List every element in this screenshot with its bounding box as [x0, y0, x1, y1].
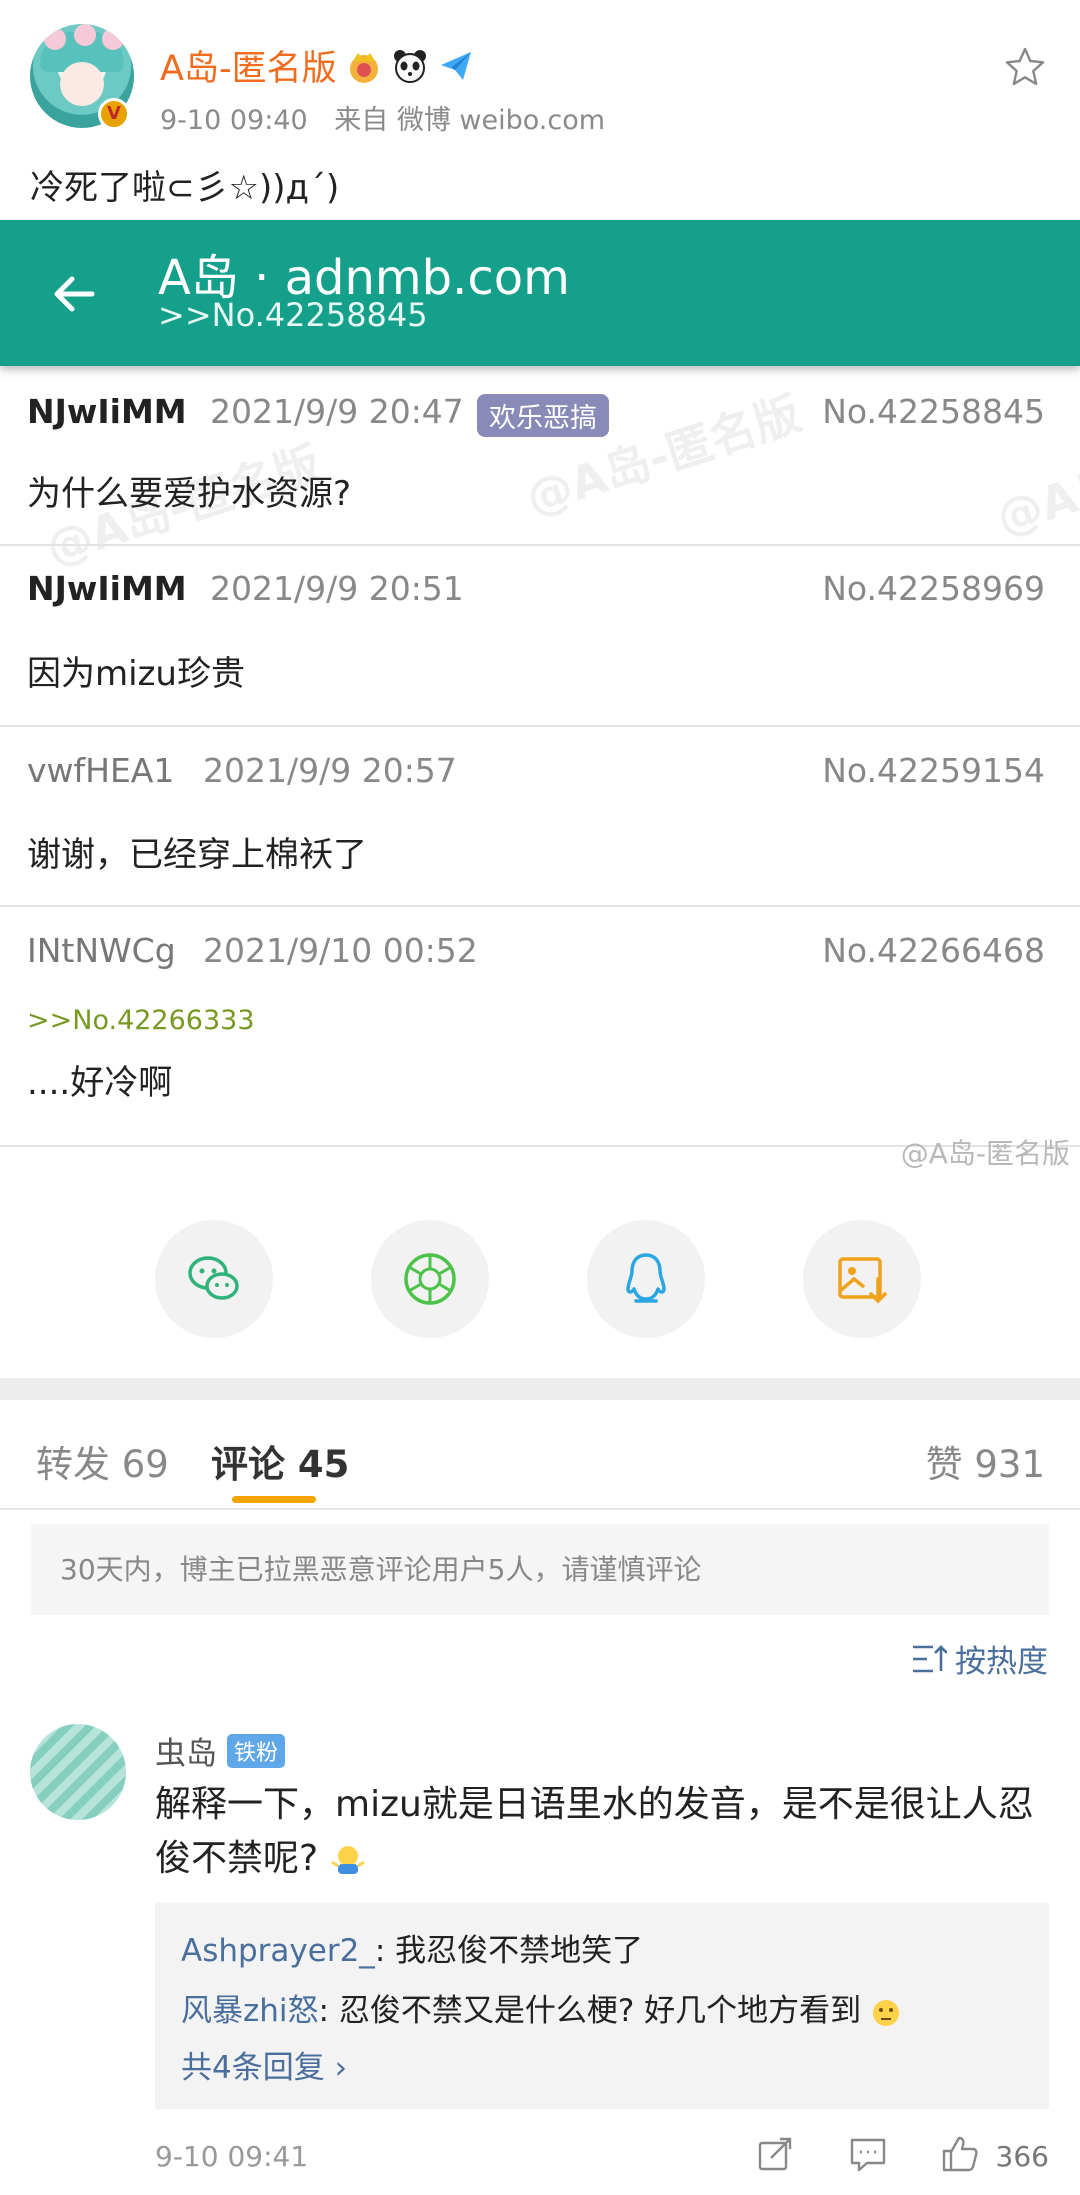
paper-plane-icon [440, 51, 471, 80]
quote-link[interactable]: >>No.42266333 [27, 1005, 255, 1036]
sub-reply: Ashprayer2_: 我忍俊不禁地笑了 [181, 1923, 1023, 1983]
panda-icon [393, 49, 426, 83]
comment-text: 解释一下，mizu就是日语里水的发音，是不是很让人忍俊不禁呢? [155, 1778, 1055, 1886]
like-thumb-icon[interactable] [940, 2134, 980, 2174]
reply-time: 2021/9/9 20:51 [210, 569, 464, 608]
thread-list: NJwIiMM 2021/9/9 20:47 欢乐恶搞 No.42258845 … [0, 366, 1080, 1147]
thread-reply: INtNWCg 2021/9/10 00:52 No.42266468 >>No… [0, 907, 1080, 1147]
thread-reply: vwfHEA1 2021/9/9 20:57 No.42259154 谢谢，已经… [0, 727, 1080, 907]
favorite-star-icon[interactable] [1003, 45, 1047, 89]
reply-body: 因为mizu珍贵 [27, 654, 245, 694]
author-name[interactable]: A岛-匿名版 [160, 40, 337, 91]
sub-reply-text: : 我忍俊不禁地笑了 [374, 1933, 644, 1969]
post-meta: 9-10 09:40 来自 微博 weibo.com [160, 98, 623, 137]
sort-button[interactable]: 按热度 [911, 1636, 1048, 1681]
save-image-button[interactable] [803, 1220, 921, 1338]
active-tab-indicator [232, 1496, 316, 1503]
share-qq-button[interactable] [587, 1220, 705, 1338]
reply-time: 2021/9/9 20:57 [203, 751, 457, 790]
back-arrow-icon[interactable] [48, 268, 100, 320]
moments-aperture-icon [404, 1253, 456, 1305]
post-source: 来自 微博 weibo.com [334, 105, 606, 136]
crown-icon [349, 52, 378, 83]
post-text: 冷死了啦⊂彡☆))д´) [30, 168, 340, 208]
reply-number: No.42259154 [822, 751, 1045, 790]
more-replies-label: 共4条回复 [181, 2050, 325, 2086]
verified-badge-icon: V [98, 98, 130, 130]
chevron-right-icon: › [334, 2050, 347, 2086]
tab-repost[interactable]: 转发 69 [36, 1434, 169, 1488]
weibo-watermark: @A岛-匿名版 [900, 1137, 1070, 1170]
reply-uid: INtNWCg [27, 931, 176, 970]
comment-time: 9-10 09:41 [155, 2140, 309, 2173]
qq-penguin-icon [626, 1253, 666, 1303]
sort-label: 按热度 [955, 1644, 1048, 1680]
comment-footer: 9-10 09:41 366 [155, 2134, 1049, 2182]
reply-uid: NJwIiMM [27, 392, 187, 431]
reply-number: No.42258969 [822, 569, 1045, 608]
sub-reply-user[interactable]: 风暴zhi怒 [181, 1993, 319, 2029]
interaction-tabs: 转发 69 评论 45 赞 931 [0, 1400, 1080, 1510]
reply-uid: vwfHEA1 [27, 751, 175, 790]
embedded-image[interactable]: @A岛-匿名版 @A岛-匿名版 @A岛-匿名版 A岛 · adnmb.com >… [0, 220, 1080, 1378]
reply-time: 2021/9/9 20:47 [210, 392, 464, 431]
thread-reply: NJwIiMM 2021/9/9 20:47 欢乐恶搞 No.42258845 … [0, 366, 1080, 546]
tab-comments[interactable]: 评论 45 [211, 1434, 349, 1488]
like-count: 366 [995, 2140, 1049, 2173]
sub-replies[interactable]: Ashprayer2_: 我忍俊不禁地笑了 风暴zhi怒: 忍俊不禁又是什么梗?… [155, 1903, 1049, 2109]
view-more-replies-link[interactable]: 共4条回复 › [181, 2043, 1023, 2093]
thread-reply: NJwIiMM 2021/9/9 20:51 No.42258969 因为miz… [0, 546, 1080, 727]
tab-likes[interactable]: 赞 931 [926, 1434, 1045, 1488]
post-header: V A岛-匿名版 9-10 09:40 来自 微博 weibo.com 冷死了啦… [0, 0, 1080, 220]
comment-icon[interactable] [848, 2134, 888, 2174]
category-tag: 欢乐恶搞 [477, 394, 609, 437]
share-wechat-button[interactable] [155, 1220, 273, 1338]
commenter-name[interactable]: 虫岛 [155, 1728, 217, 1773]
sub-reply-user[interactable]: Ashprayer2_ [181, 1933, 375, 1969]
wechat-icon [188, 1256, 239, 1300]
shrug-emoji-icon [330, 1846, 365, 1874]
reply-number: No.42258845 [822, 392, 1045, 431]
sub-reply: 风暴zhi怒: 忍俊不禁又是什么梗? 好几个地方看到 [181, 1983, 1023, 2043]
reply-body: 谢谢，已经穿上棉袄了 [27, 835, 367, 875]
reply-time: 2021/9/10 00:52 [203, 931, 478, 970]
repost-icon[interactable] [755, 2134, 795, 2174]
section-divider [0, 1378, 1080, 1400]
reply-number: No.42266468 [822, 931, 1045, 970]
sort-icon [913, 1644, 947, 1672]
share-row [0, 1220, 1080, 1378]
thinking-emoji-icon [873, 1999, 900, 2026]
save-image-icon [838, 1257, 887, 1304]
reply-body: ....好冷啊 [27, 1063, 173, 1103]
share-moments-button[interactable] [371, 1220, 489, 1338]
app-bar: A岛 · adnmb.com >>No.42258845 [0, 220, 1080, 366]
reply-body: 为什么要爱护水资源? [27, 474, 352, 514]
fan-badge: 铁粉 [227, 1733, 286, 1768]
thread-number: >>No.42258845 [158, 296, 428, 334]
comment-body: 解释一下，mizu就是日语里水的发音，是不是很让人忍俊不禁呢? [155, 1784, 1034, 1879]
sub-reply-text: : 忍俊不禁又是什么梗? 好几个地方看到 [318, 1993, 862, 2029]
commenter-avatar[interactable] [30, 1724, 126, 1820]
comment-notice: 30天内，博主已拉黑恶意评论用户5人，请谨慎评论 [31, 1524, 1049, 1615]
reply-uid: NJwIiMM [27, 569, 187, 608]
post-time: 9-10 09:40 [160, 105, 308, 136]
